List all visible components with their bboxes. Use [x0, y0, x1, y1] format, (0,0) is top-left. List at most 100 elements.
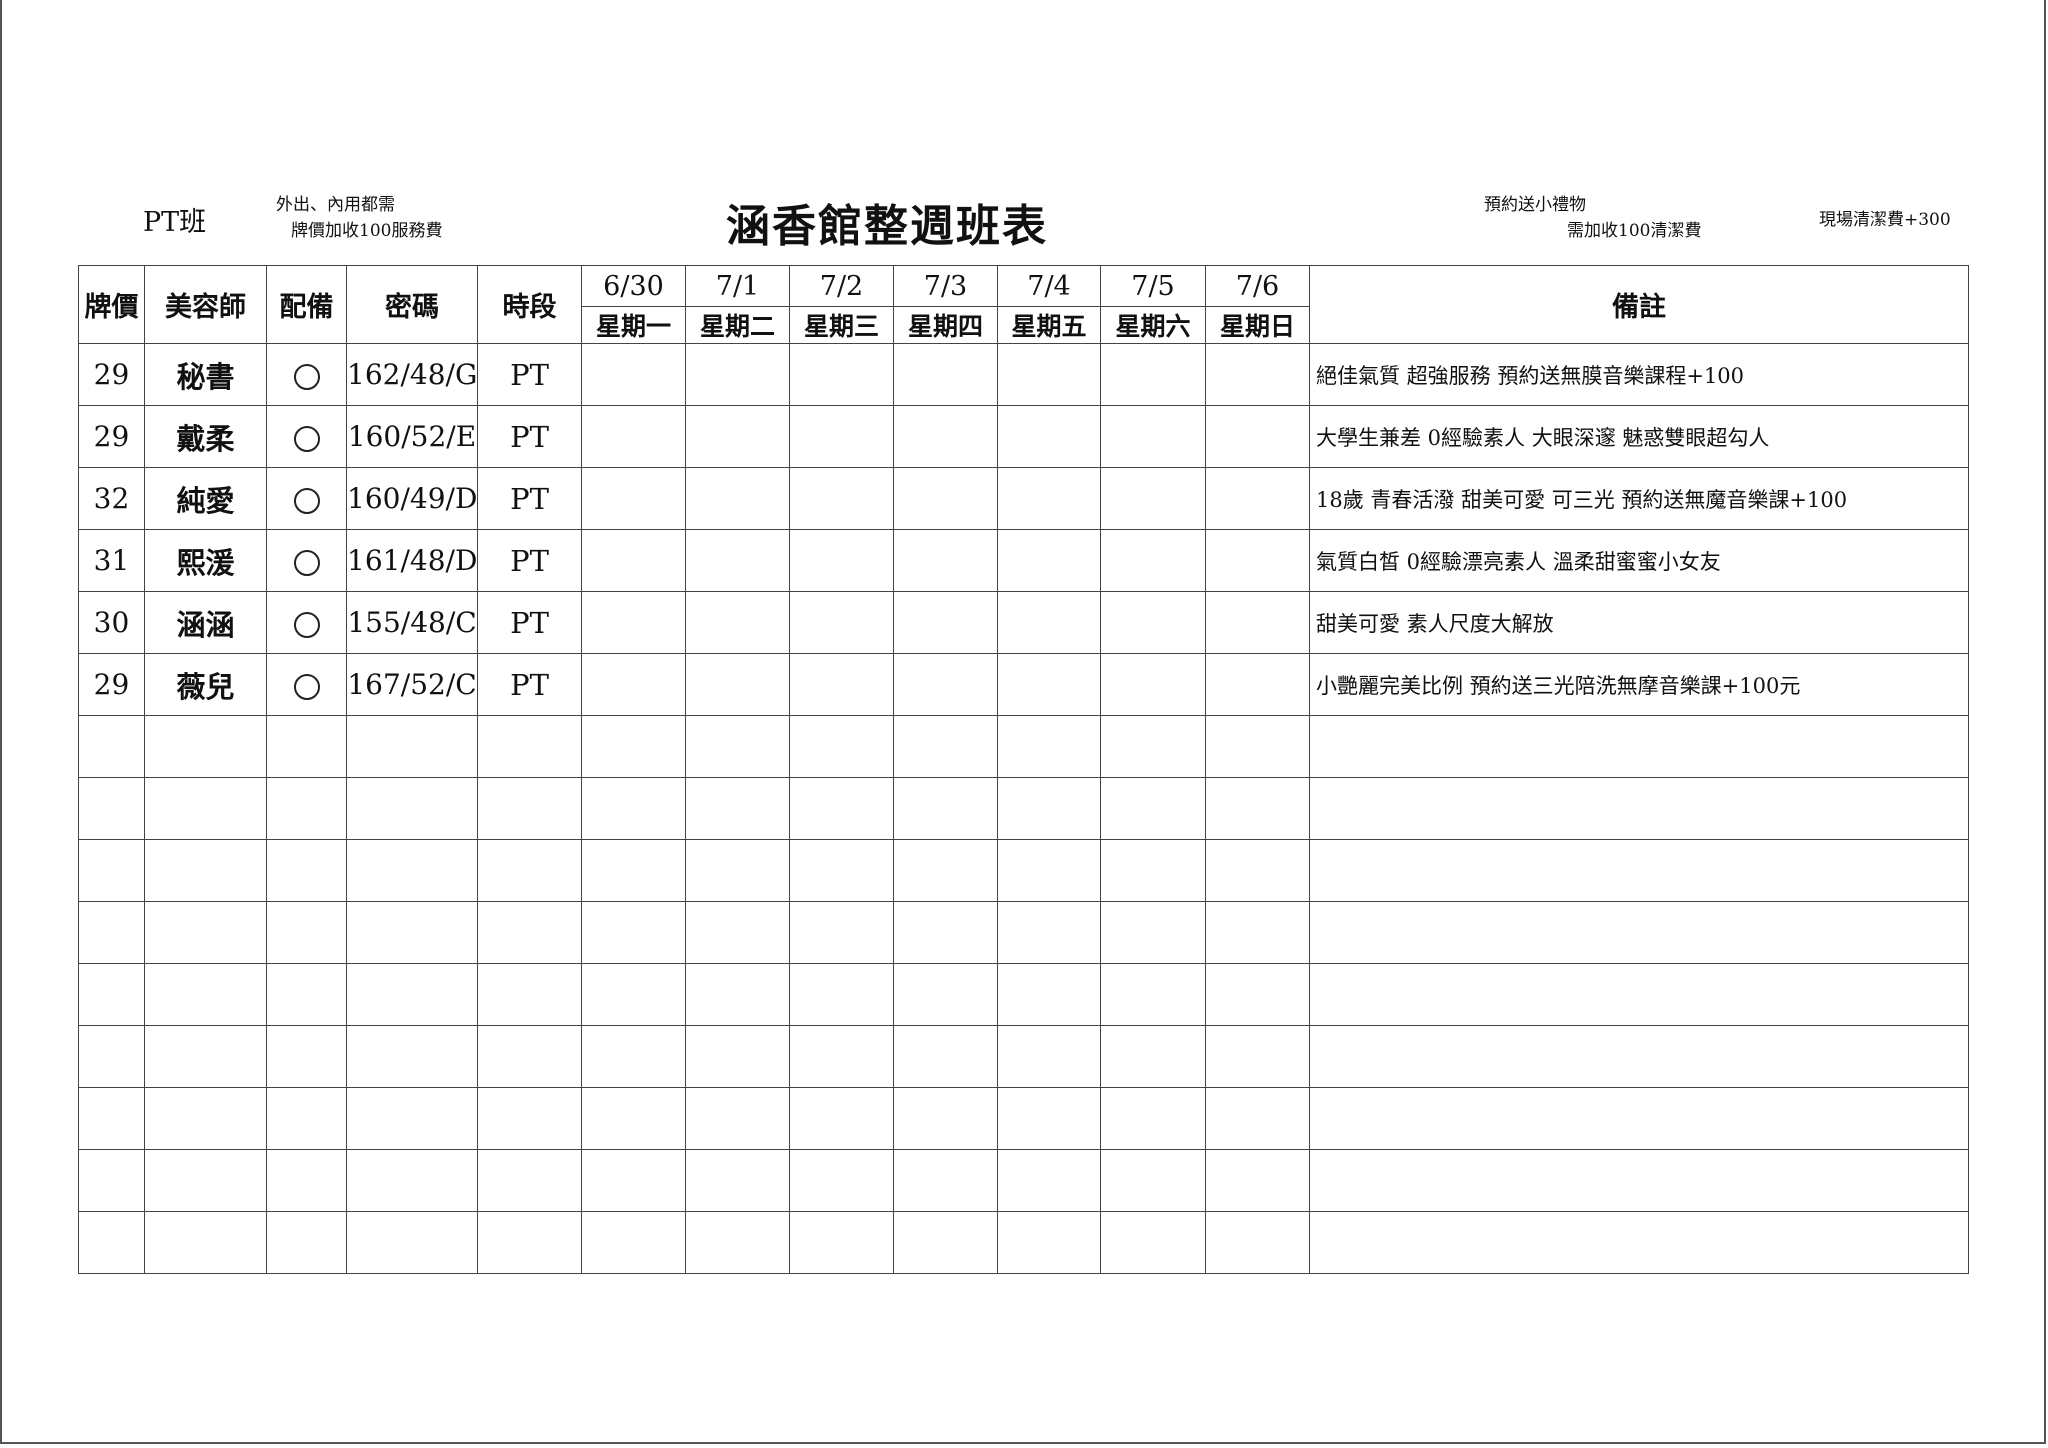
- empty-cell: [1205, 963, 1310, 1026]
- empty-cell: [144, 901, 267, 964]
- code-cell: 167/52/C: [346, 653, 478, 716]
- col-header-date: 7/2: [789, 265, 894, 307]
- remark-cell: 甜美可愛 素人尺度大解放: [1309, 591, 1969, 654]
- empty-cell: [346, 901, 478, 964]
- empty-cell: [1309, 1149, 1969, 1212]
- empty-cell: [477, 1211, 582, 1274]
- empty-cell: [346, 777, 478, 840]
- empty-cell: [477, 1149, 582, 1212]
- equipment-cell: [266, 591, 347, 654]
- day-cell: [1205, 405, 1310, 468]
- price-cell: 29: [78, 653, 145, 716]
- empty-cell: [1205, 1025, 1310, 1088]
- empty-cell: [78, 839, 145, 902]
- empty-cell: [581, 901, 686, 964]
- empty-cell: [144, 963, 267, 1026]
- empty-cell: [685, 1025, 790, 1088]
- price-cell: 31: [78, 529, 145, 592]
- empty-cell: [477, 715, 582, 778]
- class-label: PT班: [143, 207, 207, 238]
- price-cell: 30: [78, 591, 145, 654]
- circle-mark-icon: [293, 425, 320, 452]
- day-cell: [893, 653, 998, 716]
- empty-cell: [266, 1211, 347, 1274]
- empty-cell: [346, 1087, 478, 1150]
- col-header-weekday: 星期五: [997, 306, 1101, 344]
- day-cell: [1100, 343, 1206, 406]
- empty-cell: [78, 901, 145, 964]
- empty-cell: [997, 1149, 1101, 1212]
- day-cell: [581, 405, 686, 468]
- empty-cell: [144, 715, 267, 778]
- empty-cell: [266, 901, 347, 964]
- empty-cell: [266, 777, 347, 840]
- circle-mark-icon: [293, 673, 320, 700]
- service-fee-note: 外出、內用都需 牌價加收100服務費: [276, 192, 442, 244]
- service-fee-note-line2: 牌價加收100服務費: [291, 221, 443, 241]
- empty-cell: [789, 715, 894, 778]
- empty-cell: [893, 1087, 998, 1150]
- empty-cell: [78, 963, 145, 1026]
- empty-cell: [78, 777, 145, 840]
- table-row: 32 純愛 160/49/D PT 18歲 青春活潑 甜美可愛 可三光 預約送無…: [78, 467, 1969, 530]
- beautician-name: 涵涵: [144, 591, 267, 654]
- empty-cell: [581, 1025, 686, 1088]
- empty-table-row: [78, 901, 1969, 964]
- empty-cell: [685, 715, 790, 778]
- circle-mark-icon: [293, 487, 320, 514]
- empty-cell: [997, 777, 1101, 840]
- code-cell: 161/48/D: [346, 529, 478, 592]
- day-cell: [893, 529, 998, 592]
- day-cell: [893, 591, 998, 654]
- code-cell: 160/49/D: [346, 467, 478, 530]
- day-cell: [685, 591, 790, 654]
- col-header-remarks: 備註: [1309, 265, 1969, 344]
- circle-mark-icon: [293, 363, 320, 390]
- day-cell: [1100, 653, 1206, 716]
- empty-cell: [581, 839, 686, 902]
- day-cell: [893, 467, 998, 530]
- empty-cell: [1309, 715, 1969, 778]
- circle-mark-icon: [293, 549, 320, 576]
- day-cell: [1100, 591, 1206, 654]
- day-cell: [789, 653, 894, 716]
- equipment-cell: [266, 653, 347, 716]
- empty-cell: [789, 963, 894, 1026]
- empty-cell: [1100, 839, 1206, 902]
- empty-cell: [1309, 901, 1969, 964]
- empty-cell: [789, 1025, 894, 1088]
- period-cell: PT: [477, 591, 582, 654]
- price-cell: 32: [78, 467, 145, 530]
- header-row-dates: 牌價 美容師 配備 密碼 時段 6/30 7/1 7/2 7/3 7/4 7/5…: [78, 265, 1969, 344]
- empty-cell: [346, 1149, 478, 1212]
- empty-table-row: [78, 839, 1969, 902]
- schedule-title: 涵香館整週班表: [726, 201, 1048, 252]
- empty-cell: [893, 1025, 998, 1088]
- beautician-name: 戴柔: [144, 405, 267, 468]
- empty-cell: [685, 1087, 790, 1150]
- table-row: 31 熙湲 161/48/D PT 氣質白皙 0經驗漂亮素人 溫柔甜蜜蜜小女友: [78, 529, 1969, 592]
- day-cell: [581, 529, 686, 592]
- day-cell: [1205, 529, 1310, 592]
- schedule-body: 29 秘書 162/48/G PT 絕佳氣質 超強服務 預約送無膜音樂課程+10…: [78, 343, 1969, 1274]
- service-fee-note-line1: 外出、內用都需: [276, 195, 395, 215]
- col-header-code: 密碼: [346, 265, 478, 344]
- empty-cell: [266, 1149, 347, 1212]
- empty-cell: [997, 1025, 1101, 1088]
- empty-cell: [477, 963, 582, 1026]
- day-cell: [685, 653, 790, 716]
- col-header-equipment: 配備: [266, 265, 347, 344]
- table-row: 29 秘書 162/48/G PT 絕佳氣質 超強服務 預約送無膜音樂課程+10…: [78, 343, 1969, 406]
- period-cell: PT: [477, 529, 582, 592]
- empty-cell: [1309, 839, 1969, 902]
- empty-cell: [266, 1025, 347, 1088]
- day-cell: [1100, 405, 1206, 468]
- empty-cell: [477, 1025, 582, 1088]
- empty-cell: [477, 901, 582, 964]
- empty-cell: [1100, 901, 1206, 964]
- empty-cell: [685, 1211, 790, 1274]
- col-header-weekday: 星期六: [1100, 306, 1206, 344]
- empty-cell: [893, 1211, 998, 1274]
- empty-cell: [997, 963, 1101, 1026]
- empty-cell: [1100, 1149, 1206, 1212]
